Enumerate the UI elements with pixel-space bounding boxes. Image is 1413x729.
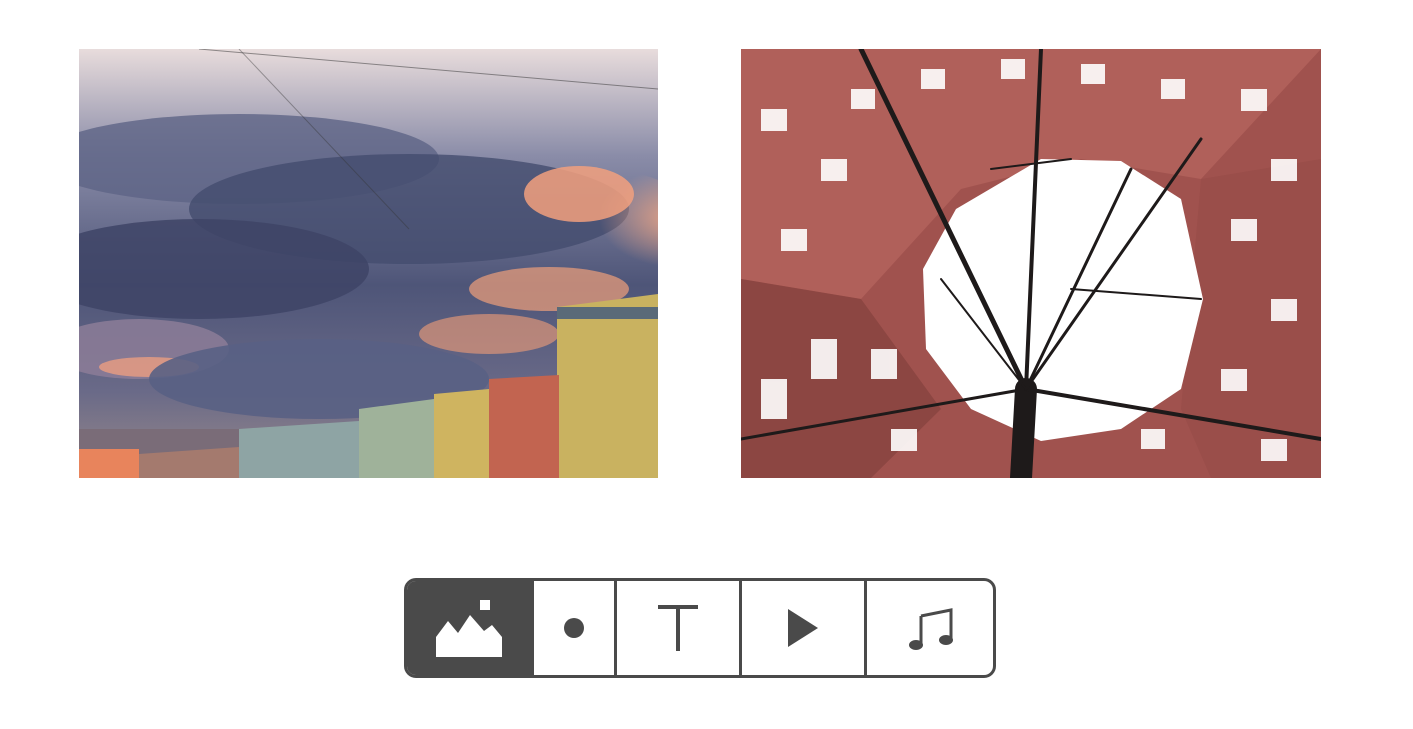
tool-dot-button[interactable] <box>534 581 617 675</box>
play-icon <box>788 609 818 647</box>
tool-text-button[interactable] <box>617 581 742 675</box>
clouds-over-city-photo <box>79 49 658 478</box>
tool-video-button[interactable] <box>742 581 867 675</box>
tool-image-button[interactable] <box>407 581 534 675</box>
text-icon <box>658 605 698 651</box>
dot-icon <box>564 618 584 638</box>
tool-audio-button[interactable] <box>867 581 993 675</box>
music-note-icon <box>909 608 953 650</box>
image-icon <box>436 600 502 657</box>
media-type-toolbar <box>404 578 996 678</box>
courtyard-sky-photo <box>741 49 1321 478</box>
